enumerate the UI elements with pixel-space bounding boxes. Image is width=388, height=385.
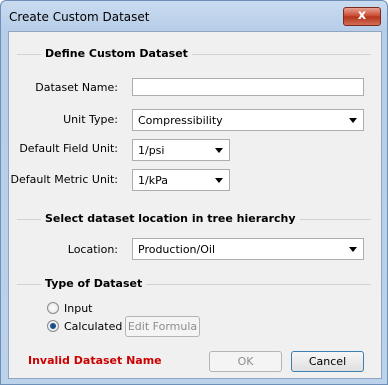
radio-input-label[interactable]: Input <box>64 302 92 315</box>
location-select[interactable]: Production/Oil <box>132 238 364 260</box>
section-heading-type: Type of Dataset <box>41 277 147 290</box>
location-label: Location: <box>67 243 118 256</box>
field-unit-value: 1/psi <box>138 144 165 157</box>
dataset-name-field[interactable] <box>132 78 364 96</box>
unit-type-label: Unit Type: <box>63 113 118 126</box>
title-bar[interactable]: Create Custom Dataset x <box>1 1 387 31</box>
chevron-down-icon <box>215 148 223 153</box>
edit-formula-button[interactable]: Edit Formula <box>125 316 200 337</box>
radio-selected-indicator <box>50 323 56 329</box>
radio-calculated-label[interactable]: Calculated <box>64 320 122 333</box>
radio-calculated[interactable] <box>47 320 59 332</box>
section-heading-location: Select dataset location in tree hierarch… <box>41 212 300 225</box>
dialog-window: Create Custom Dataset x Define Custom Da… <box>0 0 388 385</box>
field-unit-select[interactable]: 1/psi <box>132 139 230 161</box>
chevron-down-icon <box>349 118 357 123</box>
location-value: Production/Oil <box>138 243 215 256</box>
metric-unit-label: Default Metric Unit: <box>10 173 118 186</box>
ok-button[interactable]: OK <box>209 351 282 372</box>
metric-unit-value: 1/kPa <box>138 174 168 187</box>
field-unit-label: Default Field Unit: <box>19 142 118 155</box>
unit-type-value: Compressibility <box>138 114 223 127</box>
chevron-down-icon <box>215 178 223 183</box>
close-button[interactable]: x <box>343 7 381 26</box>
section-heading-define: Define Custom Dataset <box>41 47 192 60</box>
close-icon: x <box>357 8 367 23</box>
dialog-body: Define Custom Dataset Dataset Name: Unit… <box>8 31 382 379</box>
radio-input[interactable] <box>47 302 59 314</box>
cancel-button[interactable]: Cancel <box>291 351 364 372</box>
dataset-name-label: Dataset Name: <box>35 81 118 94</box>
window-title: Create Custom Dataset <box>9 10 150 24</box>
error-message: Invalid Dataset Name <box>28 354 162 367</box>
chevron-down-icon <box>349 247 357 252</box>
unit-type-select[interactable]: Compressibility <box>132 109 364 131</box>
metric-unit-select[interactable]: 1/kPa <box>132 169 230 191</box>
